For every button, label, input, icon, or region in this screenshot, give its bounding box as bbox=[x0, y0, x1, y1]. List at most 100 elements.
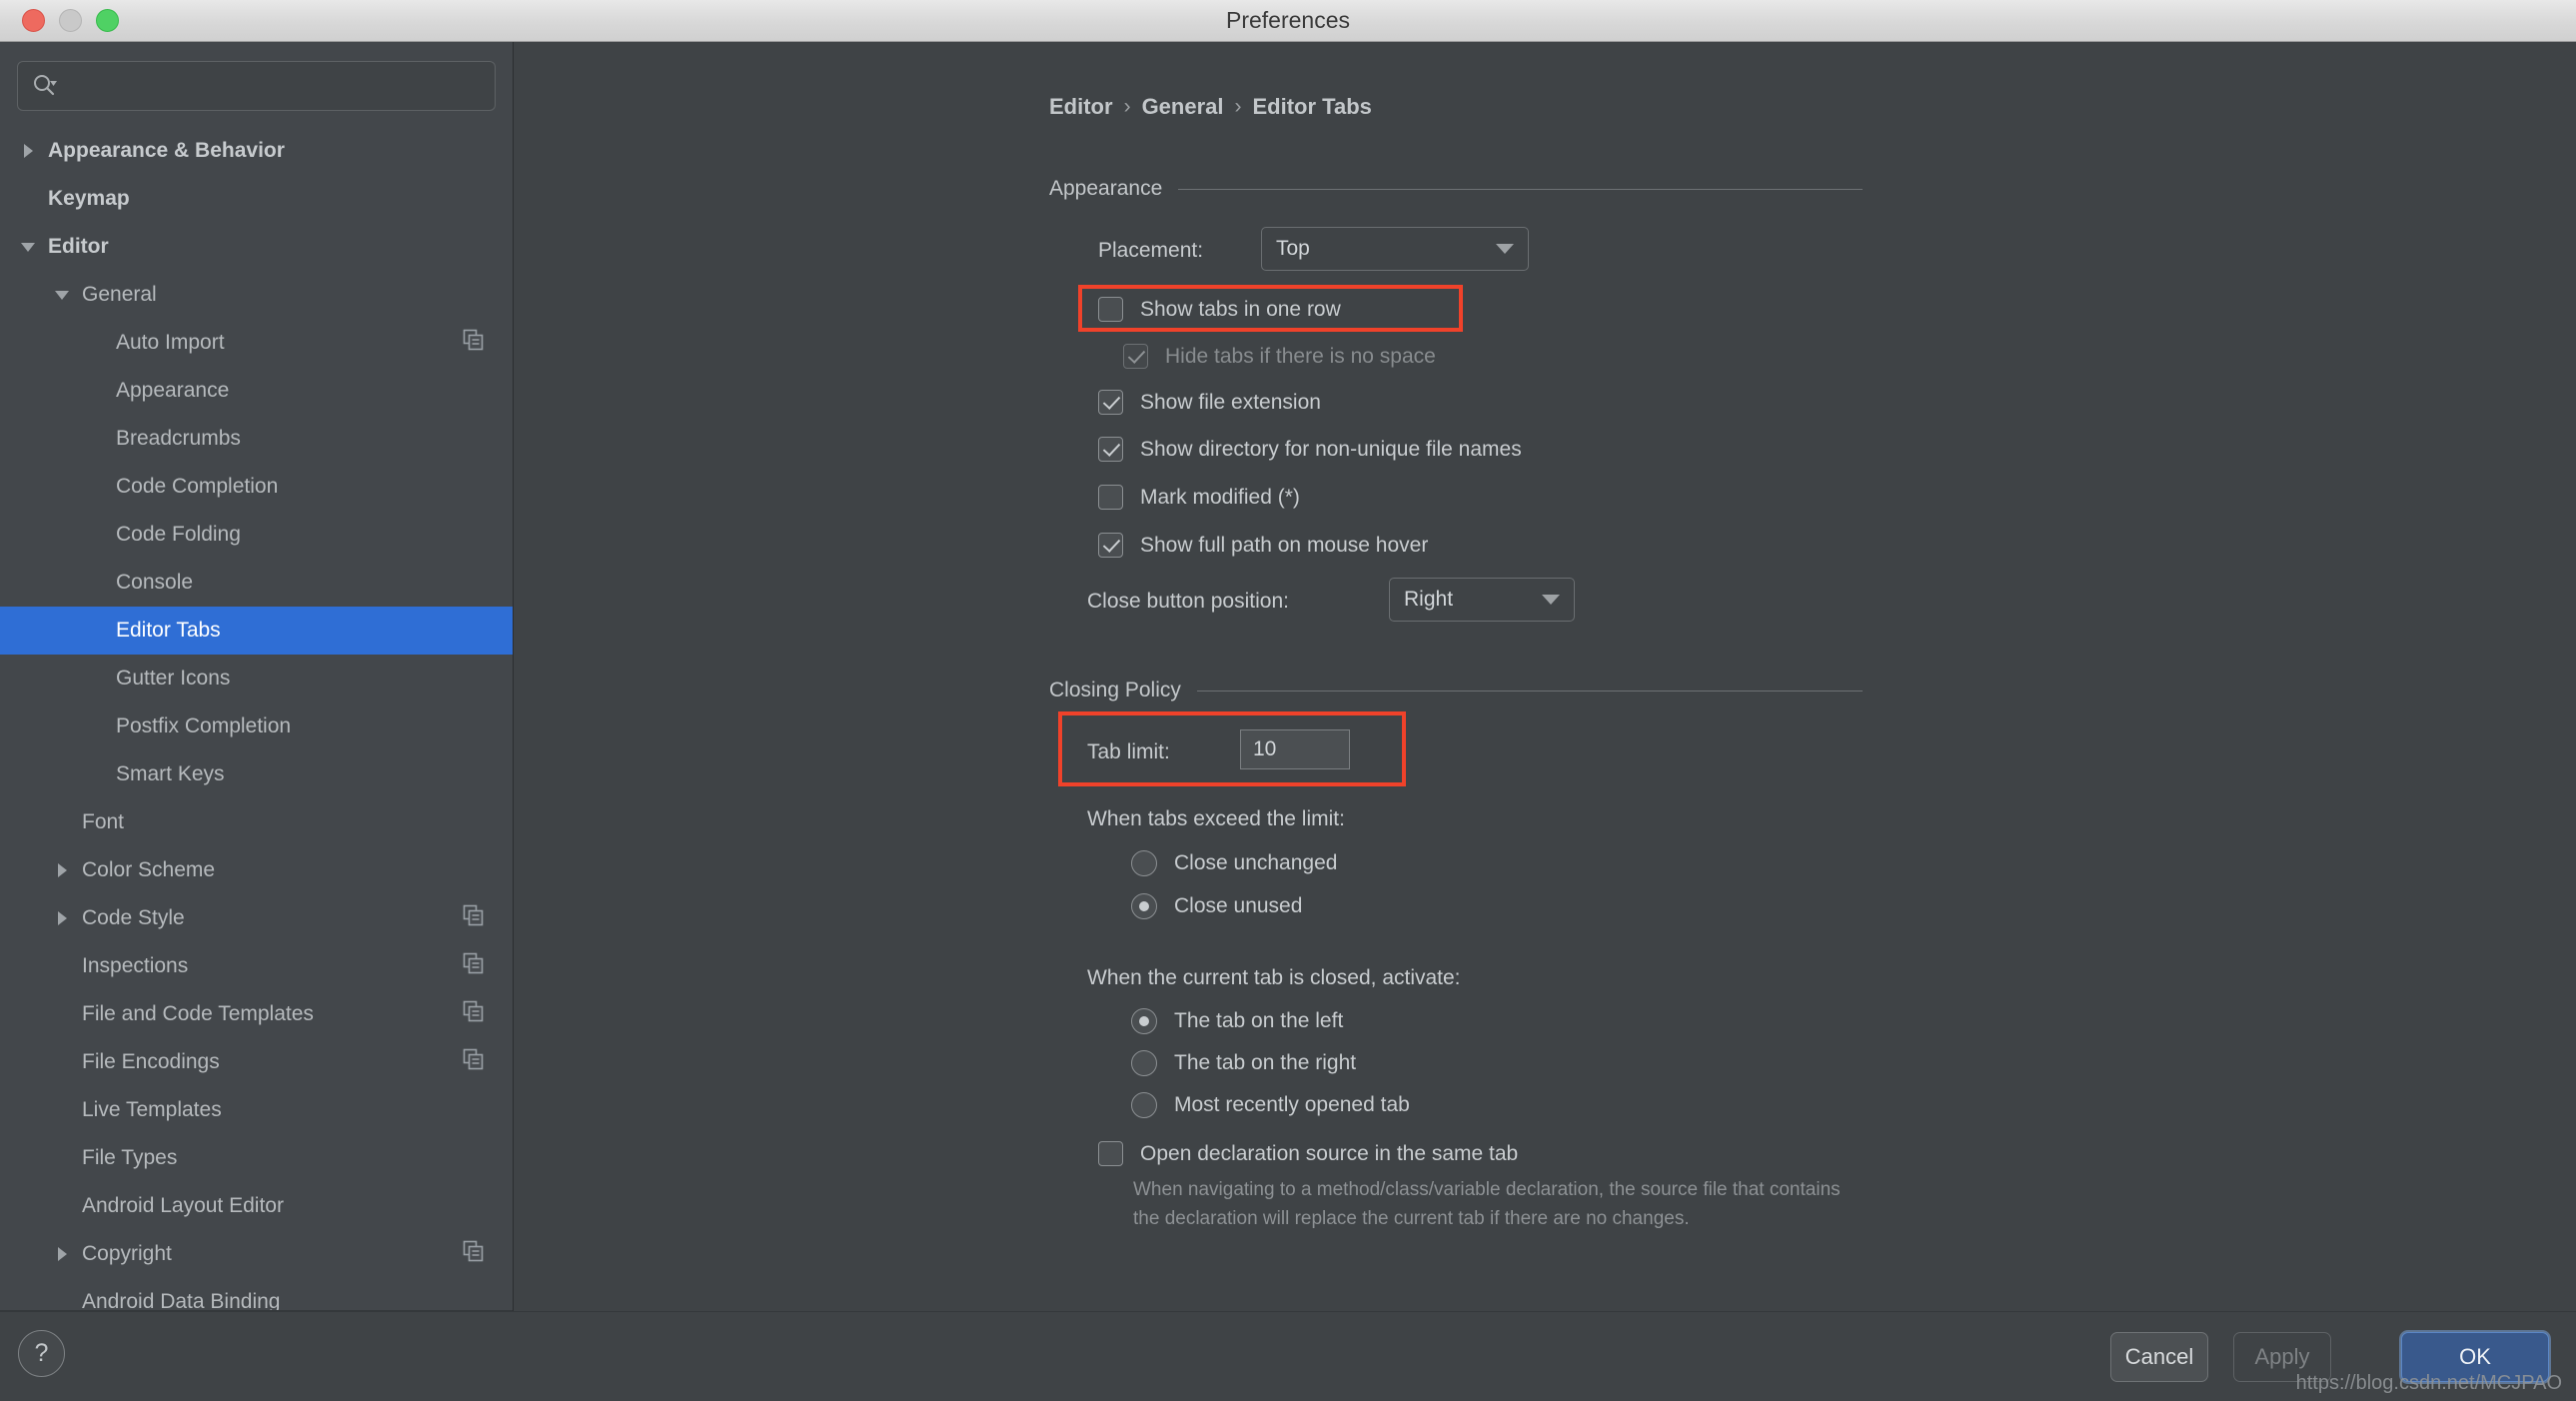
dialog-footer: ? Cancel Apply OK https://blog.csdn.net/… bbox=[0, 1311, 2576, 1401]
sidebar-item-appearance[interactable]: Appearance bbox=[0, 367, 513, 415]
sidebar-item-appearance-behavior[interactable]: Appearance & Behavior bbox=[0, 127, 513, 175]
copy-settings-icon[interactable] bbox=[463, 329, 485, 357]
sidebar-item-label: File and Code Templates bbox=[82, 1002, 314, 1025]
checkbox-show-tabs-in-one-row[interactable]: Show tabs in one row bbox=[1098, 297, 1341, 322]
radio-tab-on-left[interactable]: The tab on the left bbox=[1131, 1008, 1343, 1034]
window-title-bar: Preferences bbox=[0, 0, 2576, 42]
copy-settings-icon[interactable] bbox=[463, 1000, 485, 1028]
sidebar-item-postfix-completion[interactable]: Postfix Completion bbox=[0, 702, 513, 750]
copy-settings-icon[interactable] bbox=[463, 1240, 485, 1268]
chevron-right-icon[interactable] bbox=[52, 1243, 74, 1265]
radio-button[interactable] bbox=[1131, 1050, 1157, 1076]
radio-label: Close unused bbox=[1174, 894, 1303, 917]
radio-tab-on-right[interactable]: The tab on the right bbox=[1131, 1050, 1356, 1076]
chevron-down-icon[interactable] bbox=[52, 284, 74, 306]
sidebar-item-code-style[interactable]: Code Style bbox=[0, 894, 513, 942]
sidebar-item-gutter-icons[interactable]: Gutter Icons bbox=[0, 655, 513, 702]
checkbox-box[interactable] bbox=[1098, 485, 1123, 510]
sidebar-item-copyright[interactable]: Copyright bbox=[0, 1230, 513, 1278]
close-button-position-dropdown[interactable]: Right bbox=[1389, 578, 1575, 622]
checkbox-mark-modified[interactable]: Mark modified (*) bbox=[1098, 485, 1300, 510]
checkbox-box[interactable] bbox=[1098, 297, 1123, 322]
sidebar-item-auto-import[interactable]: Auto Import bbox=[0, 319, 513, 367]
sidebar-item-code-completion[interactable]: Code Completion bbox=[0, 463, 513, 511]
radio-close-unused[interactable]: Close unused bbox=[1131, 893, 1302, 919]
chevron-down-icon[interactable] bbox=[18, 236, 40, 258]
cancel-button[interactable]: Cancel bbox=[2110, 1332, 2208, 1382]
sidebar-item-inspections[interactable]: Inspections bbox=[0, 942, 513, 990]
checkbox-show-full-path-on-hover[interactable]: Show full path on mouse hover bbox=[1098, 533, 1428, 558]
search-box[interactable] bbox=[17, 61, 496, 111]
checkbox-show-directory-for-non-unique-names[interactable]: Show directory for non-unique file names bbox=[1098, 437, 1522, 462]
radio-button[interactable] bbox=[1131, 850, 1157, 876]
checkbox-hide-tabs-if-no-space: Hide tabs if there is no space bbox=[1123, 344, 1436, 369]
checkbox-show-file-extension[interactable]: Show file extension bbox=[1098, 390, 1321, 415]
section-divider-line bbox=[1196, 690, 1863, 692]
checkbox-box[interactable] bbox=[1098, 1141, 1123, 1166]
sidebar-item-file-encodings[interactable]: File Encodings bbox=[0, 1038, 513, 1086]
sidebar-item-editor[interactable]: Editor bbox=[0, 223, 513, 271]
breadcrumb-item[interactable]: Editor Tabs bbox=[1253, 94, 1372, 120]
sidebar-item-general[interactable]: General bbox=[0, 271, 513, 319]
sidebar-item-keymap[interactable]: Keymap bbox=[0, 175, 513, 223]
checkbox-open-declaration-source[interactable]: Open declaration source in the same tab bbox=[1098, 1141, 1518, 1166]
search-input[interactable] bbox=[58, 73, 481, 99]
sidebar-item-android-data-binding[interactable]: Android Data Binding bbox=[0, 1278, 513, 1311]
content-split: Appearance & Behavior Keymap Editor General… bbox=[0, 42, 2576, 1311]
sidebar-item-color-scheme[interactable]: Color Scheme bbox=[0, 846, 513, 894]
sidebar-item-label: Breadcrumbs bbox=[116, 427, 241, 450]
sidebar-item-code-folding[interactable]: Code Folding bbox=[0, 511, 513, 559]
tab-limit-input[interactable]: 10 bbox=[1240, 729, 1350, 769]
activate-group-label: When the current tab is closed, activate… bbox=[1087, 966, 1461, 989]
checkbox-box[interactable] bbox=[1098, 390, 1123, 415]
checkbox-box[interactable] bbox=[1098, 533, 1123, 558]
sidebar-item-editor-tabs[interactable]: Editor Tabs bbox=[0, 607, 513, 655]
chevron-right-icon[interactable] bbox=[52, 859, 74, 881]
sidebar-item-file-types[interactable]: File Types bbox=[0, 1134, 513, 1182]
breadcrumb-separator-icon: › bbox=[1234, 95, 1242, 118]
checkbox-box[interactable] bbox=[1098, 437, 1123, 462]
sidebar-item-android-layout-editor[interactable]: Android Layout Editor bbox=[0, 1182, 513, 1230]
copy-settings-icon[interactable] bbox=[463, 952, 485, 980]
sidebar-item-font[interactable]: Font bbox=[0, 798, 513, 846]
chevron-right-icon[interactable] bbox=[18, 140, 40, 162]
appearance-section-label: Appearance bbox=[1049, 177, 1163, 200]
copy-settings-icon[interactable] bbox=[463, 904, 485, 932]
sidebar-item-label: Color Scheme bbox=[82, 858, 216, 881]
breadcrumb-item[interactable]: Editor bbox=[1049, 94, 1113, 120]
checkbox-label: Show directory for non-unique file names bbox=[1140, 437, 1522, 461]
sidebar-item-console[interactable]: Console bbox=[0, 559, 513, 607]
sidebar-item-breadcrumbs[interactable]: Breadcrumbs bbox=[0, 415, 513, 463]
radio-button[interactable] bbox=[1131, 1008, 1157, 1034]
settings-sidebar: Appearance & Behavior Keymap Editor General… bbox=[0, 42, 514, 1311]
radio-most-recently-opened-tab[interactable]: Most recently opened tab bbox=[1131, 1092, 1410, 1118]
sidebar-item-label: Live Templates bbox=[82, 1098, 222, 1121]
copy-settings-icon[interactable] bbox=[463, 1048, 485, 1076]
settings-detail-panel: Editor › General › Editor Tabs Appearance Pl… bbox=[514, 42, 2576, 1311]
chevron-right-icon[interactable] bbox=[52, 907, 74, 929]
sidebar-item-file-and-code-templates[interactable]: File and Code Templates bbox=[0, 990, 513, 1038]
sidebar-item-label: Code Folding bbox=[116, 523, 241, 546]
sidebar-item-smart-keys[interactable]: Smart Keys bbox=[0, 750, 513, 798]
sidebar-item-label: Gutter Icons bbox=[116, 667, 231, 690]
radio-button[interactable] bbox=[1131, 893, 1157, 919]
placement-label: Placement: bbox=[1098, 239, 1204, 262]
radio-label: Most recently opened tab bbox=[1174, 1093, 1410, 1116]
placement-dropdown[interactable]: Top bbox=[1261, 227, 1529, 271]
breadcrumb-item[interactable]: General bbox=[1142, 94, 1224, 120]
sidebar-item-label: Copyright bbox=[82, 1242, 172, 1265]
sidebar-item-label: Android Data Binding bbox=[82, 1290, 281, 1311]
settings-tree[interactable]: Appearance & Behavior Keymap Editor General… bbox=[0, 123, 513, 1311]
watermark: https://blog.csdn.net/MCJPAO bbox=[2295, 1372, 2562, 1394]
help-button[interactable]: ? bbox=[18, 1330, 65, 1377]
checkbox-label: Open declaration source in the same tab bbox=[1140, 1141, 1519, 1165]
sidebar-item-live-templates[interactable]: Live Templates bbox=[0, 1086, 513, 1134]
radio-button[interactable] bbox=[1131, 1092, 1157, 1118]
radio-close-unchanged[interactable]: Close unchanged bbox=[1131, 850, 1337, 876]
